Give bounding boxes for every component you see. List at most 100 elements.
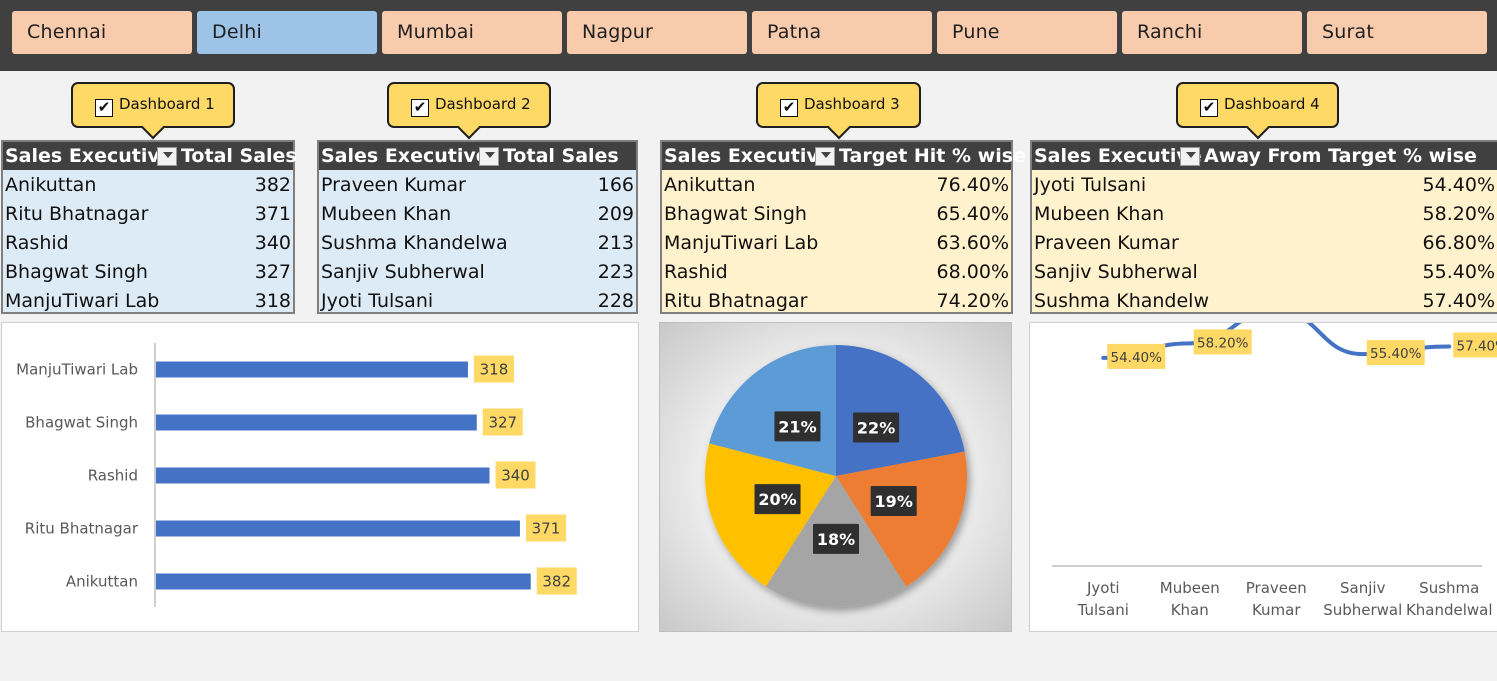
- dashboard-1-checkbox[interactable]: ✔ Dashboard 1: [71, 82, 235, 140]
- dashboard-label: Dashboard 2: [435, 95, 531, 113]
- executive-name: Bhagwat Singh: [664, 203, 807, 225]
- category-label: Ritu Bhatnagar: [25, 520, 139, 538]
- table-row[interactable]: Jyoti Tulsani 54.40%: [1032, 170, 1497, 199]
- metric-value: 66.80%: [1422, 232, 1495, 254]
- table-row[interactable]: Sushma Khandelw 57.40%: [1032, 286, 1497, 315]
- bar-chart-panel: ManjuTiwari Lab 318 Bhagwat Singh 327 Rashid…: [1, 322, 639, 632]
- table-row[interactable]: Rashid 68.00%: [662, 257, 1011, 286]
- column-header-executive: Sales Executive: [1034, 145, 1202, 167]
- table-row[interactable]: Ritu Bhatnagar 74.20%: [662, 286, 1011, 315]
- executive-name: Ritu Bhatnagar: [664, 290, 808, 312]
- city-button-patna[interactable]: Patna: [752, 11, 932, 54]
- column-header-executive: Sales Executive: [664, 145, 832, 167]
- executive-name: Praveen Kumar: [321, 174, 466, 196]
- callout-pointer: [141, 116, 165, 140]
- metric-value: 166: [597, 174, 634, 196]
- bar[interactable]: [156, 361, 468, 378]
- category-label: Kumar: [1252, 601, 1301, 619]
- table-row[interactable]: Mubeen Khan 58.20%: [1032, 199, 1497, 228]
- bar[interactable]: [156, 467, 490, 484]
- metric-value: 209: [597, 203, 634, 225]
- table-row[interactable]: Ritu Bhatnagar 371: [3, 199, 293, 228]
- table-row[interactable]: Sushma Khandelwa 213: [319, 228, 636, 257]
- category-label: Jyoti: [1086, 579, 1120, 597]
- table-header: Sales Executive Total Sales: [3, 142, 297, 170]
- executive-name: Rashid: [664, 261, 728, 283]
- data-point[interactable]: [1102, 357, 1104, 359]
- dashboard-4-checkbox[interactable]: ✔ Dashboard 4: [1176, 82, 1339, 140]
- table-row[interactable]: ManjuTiwari Lab 318: [3, 286, 293, 315]
- checkbox-icon[interactable]: ✔: [411, 99, 429, 117]
- category-label: Tulsani: [1077, 601, 1129, 619]
- table-row[interactable]: Anikuttan 382: [3, 170, 293, 199]
- callout-pointer: [827, 116, 850, 140]
- bar[interactable]: [156, 573, 531, 590]
- bar[interactable]: [156, 520, 520, 537]
- table-row[interactable]: Mubeen Khan 209: [319, 199, 636, 228]
- category-label: Sushma: [1419, 579, 1479, 597]
- pie-slices: [705, 345, 967, 607]
- category-label: Bhagwat Singh: [25, 414, 138, 432]
- column-header-executive: Sales Executive: [5, 145, 173, 167]
- table-row[interactable]: Sanjiv Subherwal 223: [319, 257, 636, 286]
- column-header-metric: Total Sales: [181, 145, 297, 167]
- column-header-executive: Sales Executive: [321, 145, 489, 167]
- city-button-nagpur[interactable]: Nagpur: [567, 11, 747, 54]
- executive-name: Bhagwat Singh: [5, 261, 148, 283]
- dashboard-3-checkbox[interactable]: ✔ Dashboard 3: [756, 82, 921, 140]
- table-row[interactable]: Bhagwat Singh 65.40%: [662, 199, 1011, 228]
- table-row[interactable]: ManjuTiwari Lab 63.60%: [662, 228, 1011, 257]
- metric-value: 57.40%: [1422, 290, 1495, 312]
- table-row[interactable]: Rashid 340: [3, 228, 293, 257]
- category-label: Khan: [1171, 601, 1209, 619]
- filter-dropdown-icon[interactable]: [157, 147, 177, 166]
- line-chart: 54.40%JyotiTulsani58.20%MubeenKhan66.80%…: [1052, 296, 1497, 619]
- executive-name: Mubeen Khan: [1034, 203, 1165, 225]
- metric-value: 65.40%: [936, 203, 1009, 225]
- data-point[interactable]: [1448, 345, 1450, 347]
- callout-pointer: [1246, 116, 1269, 140]
- table-row[interactable]: Praveen Kumar 166: [319, 170, 636, 199]
- city-button-surat[interactable]: Surat: [1307, 11, 1487, 54]
- table-row[interactable]: Sanjiv Subherwal 55.40%: [1032, 257, 1497, 286]
- metric-value: 68.00%: [936, 261, 1009, 283]
- metric-value: 55.40%: [1422, 261, 1495, 283]
- bar[interactable]: [156, 414, 477, 431]
- table-row[interactable]: Jyoti Tulsani 228: [319, 286, 636, 315]
- filter-dropdown-icon[interactable]: [479, 147, 499, 166]
- table-header: Sales Executive Away From Target % wise: [1032, 142, 1497, 170]
- column-header-metric: Total Sales: [503, 145, 619, 167]
- slice-label: 22%: [857, 419, 895, 438]
- data-label: 54.40%: [1111, 350, 1163, 366]
- category-label: Mubeen: [1160, 579, 1220, 597]
- data-point[interactable]: [1189, 342, 1191, 344]
- filter-dropdown-icon[interactable]: [1180, 147, 1200, 166]
- table-row[interactable]: Praveen Kumar 66.80%: [1032, 228, 1497, 257]
- callout-pointer: [457, 116, 481, 140]
- city-button-chennai[interactable]: Chennai: [12, 11, 192, 54]
- table-row[interactable]: Anikuttan 76.40%: [662, 170, 1011, 199]
- city-button-ranchi[interactable]: Ranchi: [1122, 11, 1302, 54]
- line-chart-panel: 54.40%JyotiTulsani58.20%MubeenKhan66.80%…: [1029, 296, 1497, 632]
- data-label: 327: [488, 414, 517, 432]
- metric-value: 327: [254, 261, 291, 283]
- executive-name: Jyoti Tulsani: [321, 290, 434, 312]
- slice-label: 20%: [758, 490, 796, 509]
- metric-value: 76.40%: [936, 174, 1009, 196]
- dashboard-2-checkbox[interactable]: ✔ Dashboard 2: [387, 82, 551, 140]
- table-row[interactable]: Bhagwat Singh 327: [3, 257, 293, 286]
- checkbox-icon[interactable]: ✔: [780, 99, 798, 117]
- data-point[interactable]: [1362, 353, 1364, 355]
- checkbox-icon[interactable]: ✔: [1200, 99, 1218, 117]
- dashboard-sheet: Chennai Delhi Mumbai Nagpur Patna Pune Ranchi S…: [0, 0, 1497, 681]
- executive-name: Praveen Kumar: [1034, 232, 1179, 254]
- table-header: Sales Executive Target Hit % wise: [662, 142, 1026, 170]
- pivot-table-1: Sales Executive Total Sales Anikuttan 382 Ri…: [1, 140, 297, 315]
- city-button-delhi[interactable]: Delhi: [197, 11, 377, 54]
- city-button-mumbai[interactable]: Mumbai: [382, 11, 562, 54]
- metric-value: 382: [254, 174, 291, 196]
- filter-dropdown-icon[interactable]: [815, 147, 835, 166]
- city-button-pune[interactable]: Pune: [937, 11, 1117, 54]
- checkbox-icon[interactable]: ✔: [95, 99, 113, 117]
- metric-value: 74.20%: [936, 290, 1009, 312]
